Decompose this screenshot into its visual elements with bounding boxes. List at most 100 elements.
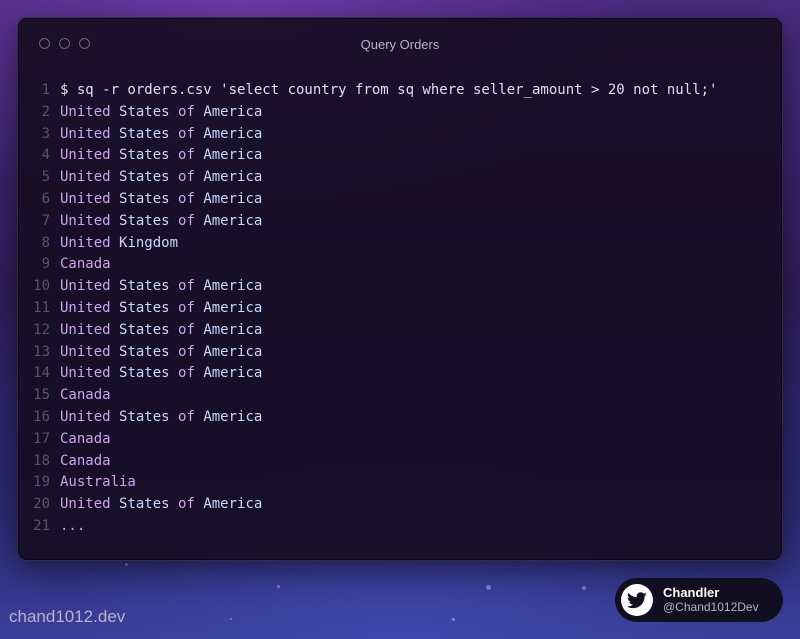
output-word: United	[60, 278, 120, 295]
brand-url: chand1012.dev	[9, 607, 126, 626]
output-word: States	[119, 147, 179, 164]
output-word: United	[60, 496, 120, 513]
line-number: 20	[33, 496, 50, 513]
line-number: 11	[33, 299, 50, 316]
output-word: Australia	[60, 474, 136, 491]
terminal-line: 2 United States of America	[18, 102, 782, 124]
output-word: America	[203, 321, 263, 338]
output-text: United States of America	[60, 342, 262, 364]
background-dot	[582, 586, 586, 590]
terminal-line: 13 United States of America	[18, 342, 782, 364]
line-number: 10	[33, 278, 50, 295]
terminal-line: 16 United States of America	[18, 407, 782, 429]
background-dot	[486, 585, 491, 590]
output-word: States	[119, 190, 179, 207]
output-word: United	[60, 212, 120, 229]
terminal-line: 1 $ sq -r orders.csv 'select country from…	[18, 80, 782, 102]
line-number: 2	[41, 103, 50, 120]
output-word: States	[119, 278, 179, 295]
terminal-line: 18 Canada	[18, 451, 782, 473]
terminal-line: 6 United States of America	[18, 189, 782, 211]
window-titlebar: Query Orders	[18, 18, 782, 70]
output-word: Kingdom	[119, 234, 179, 251]
line-number: 14	[33, 365, 50, 382]
line-number: 7	[41, 212, 50, 229]
line-number: 8	[41, 234, 50, 251]
output-word: United	[60, 408, 120, 425]
terminal-line: 15 Canada	[18, 385, 782, 407]
output-word: of	[178, 408, 204, 425]
output-word: States	[119, 103, 179, 120]
output-word: ...	[60, 517, 86, 534]
output-word: Canada	[60, 387, 111, 404]
output-word: States	[119, 212, 179, 229]
line-number: 15	[33, 387, 50, 404]
output-word: of	[178, 103, 204, 120]
twitter-icon	[621, 584, 653, 616]
output-text: Canada	[60, 254, 111, 276]
output-text: United States of America	[60, 145, 262, 167]
output-word: America	[203, 103, 263, 120]
output-word: of	[178, 343, 204, 360]
background-dot	[230, 618, 232, 620]
terminal-line: 20 United States of America	[18, 494, 782, 516]
output-word: Canada	[60, 256, 111, 273]
terminal-line: 9 Canada	[18, 254, 782, 276]
output-text: United States of America	[60, 189, 262, 211]
terminal-line: 7 United States of America	[18, 211, 782, 233]
window-title: Query Orders	[360, 37, 440, 52]
line-number: 16	[33, 408, 50, 425]
terminal-line: 12 United States of America	[18, 320, 782, 342]
output-word: States	[119, 496, 179, 513]
output-word: United	[60, 299, 120, 316]
terminal-line: 14 United States of America	[18, 363, 782, 385]
badge-name: Chandler	[663, 585, 720, 600]
output-word: of	[178, 125, 204, 142]
output-word: United	[60, 343, 120, 360]
output-word: America	[203, 278, 263, 295]
line-number: 13	[33, 343, 50, 360]
terminal-output: 1 $ sq -r orders.csv 'select country from…	[18, 80, 782, 538]
output-word: of	[178, 278, 204, 295]
output-text: United States of America	[60, 298, 262, 320]
output-text: United States of America	[60, 167, 262, 189]
output-word: America	[203, 496, 263, 513]
output-word: United	[60, 365, 120, 382]
output-word: of	[178, 365, 204, 382]
output-text: Canada	[60, 429, 111, 451]
output-word: States	[119, 299, 179, 316]
output-word: States	[119, 343, 179, 360]
output-word: United	[60, 125, 120, 142]
output-text: United States of America	[60, 124, 262, 146]
output-word: America	[203, 343, 263, 360]
line-number: 3	[41, 125, 50, 142]
output-word: States	[119, 408, 179, 425]
output-word: America	[203, 190, 263, 207]
line-number: 6	[41, 190, 50, 207]
output-word: of	[178, 147, 204, 164]
output-word: United	[60, 190, 120, 207]
social-badge[interactable]: Chandler @Chand1012Dev	[615, 578, 783, 622]
output-text: Australia	[60, 472, 136, 494]
terminal-line: 4 United States of America	[18, 145, 782, 167]
background-dot	[452, 618, 455, 621]
terminal-line: 8 United Kingdom	[18, 233, 782, 255]
command-text: $ sq -r orders.csv 'select country from …	[60, 82, 718, 98]
output-word: United	[60, 147, 120, 164]
output-word: America	[203, 408, 263, 425]
output-word: of	[178, 169, 204, 186]
output-text: United States of America	[60, 211, 262, 233]
line-number: 17	[33, 430, 50, 447]
output-word: United	[60, 169, 120, 186]
output-text: Canada	[60, 451, 111, 473]
output-text: United Kingdom	[60, 233, 178, 255]
output-text: United States of America	[60, 320, 262, 342]
output-word: States	[119, 169, 179, 186]
terminal-line: 3 United States of America	[18, 124, 782, 146]
terminal-window: Query Orders 1 $ sq -r orders.csv 'select…	[17, 17, 783, 561]
line-number: 4	[41, 147, 50, 164]
output-word: of	[178, 321, 204, 338]
output-word: United	[60, 103, 120, 120]
output-word: United	[60, 234, 120, 251]
terminal-line: 19 Australia	[18, 472, 782, 494]
